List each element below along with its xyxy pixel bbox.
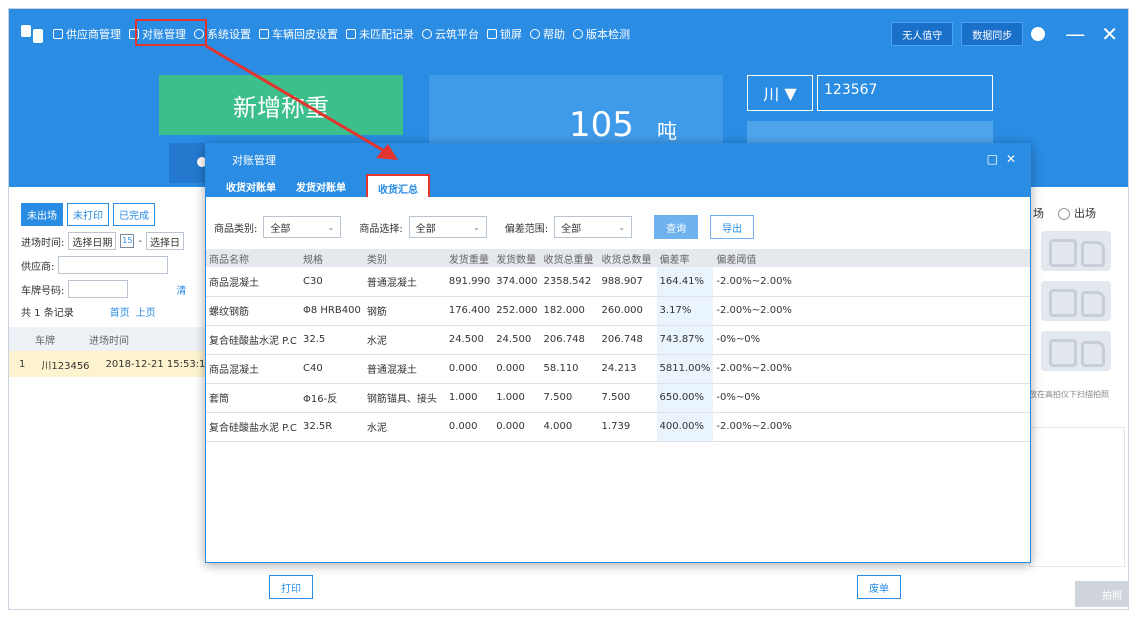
status-tabs: 未出场 未打印 已完成 [9, 195, 209, 226]
entry-time-row: 进场时间: 选择日期 15 - 选择日 [9, 226, 209, 250]
radio-circle-icon [1058, 208, 1070, 220]
chevron-down-icon: ⌄ [327, 222, 335, 232]
calendar-icon[interactable]: 15 [120, 234, 135, 248]
first-page-link[interactable]: 首页 [110, 304, 130, 319]
close-icon[interactable]: ✕ [1006, 152, 1016, 166]
table-row[interactable]: 商品混凝土 C30 普通混凝土 891.990 374.000 2358.542 988.9… [206, 267, 1030, 297]
menu-bar: 供应商管理 对账管理 系统设置 车辆回皮设置 未匹配记录 云筑平台 锁屏 帮助 … [9, 23, 638, 45]
direction-radios: 场 出场 [1029, 195, 1128, 221]
list-item[interactable]: 1 川123456 2018-12-21 15:53:1 [9, 351, 209, 377]
modal-title: 对账管理 [232, 154, 276, 167]
plate-province-select[interactable]: 川 ▼ [747, 75, 813, 111]
tab-receipt-statement[interactable]: 收货对账单 [216, 174, 286, 197]
record-count: 共 1 条记录 [21, 308, 74, 319]
help-icon [530, 29, 540, 39]
table-row[interactable]: 商品混凝土 C40 普通混凝土 0.000 0.000 58.110 24.213 5811.… [206, 354, 1030, 384]
truck-icon [259, 29, 269, 39]
table-row[interactable]: 复合硅酸盐水泥 P.C 32.5R 水泥 0.000 0.000 4.000 1.739 40… [206, 412, 1030, 442]
minimize-icon[interactable]: — [1065, 24, 1085, 44]
scan-hint: 放在高拍仪下扫描拍照 [1029, 390, 1109, 399]
start-date-input[interactable]: 选择日期 [68, 232, 117, 250]
tab-receipt-summary[interactable]: 收货汇总 [366, 174, 430, 197]
radio-in-label[interactable]: 场 [1033, 205, 1044, 221]
supplier-row: 供应商: [9, 250, 209, 274]
record-list-header: 车牌 进场时间 [9, 327, 209, 351]
highlight-box-menu [135, 19, 207, 46]
export-button[interactable]: 导出 [710, 215, 755, 239]
query-button[interactable]: 查询 [654, 215, 699, 239]
truck-icon [1041, 331, 1111, 371]
menu-cloud[interactable]: 云筑平台 [422, 26, 479, 42]
plate-number-input[interactable]: 123567 [817, 75, 993, 111]
bottom-bar: 打印 废单 [209, 569, 921, 609]
cloud-icon [422, 29, 432, 39]
menu-lock[interactable]: 锁屏 [487, 26, 522, 42]
sync-button[interactable]: 数据同步 [961, 22, 1024, 46]
category-select[interactable]: 全部 ⌄ [263, 216, 342, 238]
menu-unmatched[interactable]: 未匹配记录 [346, 26, 414, 42]
app-logo-icon [21, 25, 43, 43]
tab-not-out[interactable]: 未出场 [21, 203, 63, 226]
plate-row: 车牌号码: 清 [9, 274, 209, 298]
end-date-input[interactable]: 选择日 [145, 232, 184, 250]
left-panel: 未出场 未打印 已完成 进场时间: 选择日期 15 - 选择日 供应商: 车牌号… [9, 195, 209, 609]
new-weigh-button[interactable]: 新增称重 [159, 75, 403, 135]
product-select[interactable]: 全部 ⌄ [408, 216, 487, 238]
unattended-button[interactable]: 无人值守 [891, 22, 954, 46]
table-row[interactable]: 套筒 Φ16-反 钢筋锚具、接头 1.000 1.000 7.500 7.500 650.00… [206, 383, 1030, 413]
info-icon [573, 29, 583, 39]
supplier-input[interactable] [58, 256, 169, 274]
modal-controls: □ ✕ [987, 152, 1016, 166]
menu-vehicle-tare[interactable]: 车辆回皮设置 [259, 26, 338, 42]
modal-header: 对账管理 □ ✕ 收货对账单 发货对账单 收货汇总 [206, 144, 1030, 197]
prev-page-link[interactable]: 上页 [136, 304, 156, 319]
tab-completed[interactable]: 已完成 [113, 203, 155, 226]
pager: 共 1 条记录 首页 上页 [9, 298, 209, 319]
truck-icon [1041, 231, 1111, 271]
weight-value: 105 [569, 105, 634, 145]
tab-not-printed[interactable]: 未打印 [67, 203, 109, 226]
photo-button[interactable]: 拍照 [1075, 581, 1128, 607]
table-header-row: 商品名称 规格 类别 发货重量 发货数量 收货总重量 收货总数量 偏差率 偏差阈… [206, 249, 1030, 267]
table-row[interactable]: 复合硅酸盐水泥 P.C 32.5 水泥 24.500 24.500 206.748 206.… [206, 325, 1030, 355]
weight-unit: 吨 [657, 119, 677, 143]
modal-tabs: 收货对账单 发货对账单 收货汇总 [216, 174, 430, 197]
radio-out[interactable]: 出场 [1058, 205, 1096, 221]
deviation-select[interactable]: 全部 ⌄ [554, 216, 633, 238]
photo-preview-area [1029, 427, 1125, 567]
maximize-icon[interactable]: □ [987, 152, 998, 166]
close-icon[interactable]: ✕ [1101, 24, 1118, 44]
summary-table: 商品名称 规格 类别 发货重量 发货数量 收货总重量 收货总数量 偏差率 偏差阈… [206, 249, 1030, 442]
menu-help[interactable]: 帮助 [530, 26, 565, 42]
plate-search-input[interactable] [68, 280, 129, 298]
print-button[interactable]: 打印 [269, 575, 313, 599]
chevron-down-icon: ⌄ [473, 222, 480, 232]
top-right-controls: 无人值守 数据同步 — ✕ [891, 22, 1118, 46]
tab-shipment-statement[interactable]: 发货对账单 [286, 174, 356, 197]
lock-icon [487, 29, 497, 39]
chevron-down-icon: ⌄ [618, 222, 626, 232]
user-icon[interactable] [1031, 27, 1046, 41]
truck-icon [346, 29, 356, 39]
list-icon [53, 29, 63, 39]
menu-supplier[interactable]: 供应商管理 [53, 26, 121, 42]
clear-link[interactable]: 清 [176, 282, 186, 297]
truck-icon [1041, 281, 1111, 321]
plate-input-group: 川 ▼ 123567 [747, 75, 993, 111]
filter-bar: 商品类别: 全部 ⌄ 商品选择: 全部 ⌄ 偏差范围: 全部 ⌄ 查询 导出 [206, 197, 1030, 239]
void-button[interactable]: 废单 [857, 575, 901, 599]
menu-version[interactable]: 版本检测 [573, 26, 630, 42]
table-row[interactable]: 螺纹钢筋 Φ8 HRB400 钢筋 176.400 252.000 182.000 260.… [206, 296, 1030, 326]
reconciliation-modal: 对账管理 □ ✕ 收货对账单 发货对账单 收货汇总 商品类别: 全部 ⌄ 商品选择… [205, 143, 1031, 563]
right-panel: 场 出场 放在高拍仪下扫描拍照 拍照 [1029, 195, 1128, 609]
